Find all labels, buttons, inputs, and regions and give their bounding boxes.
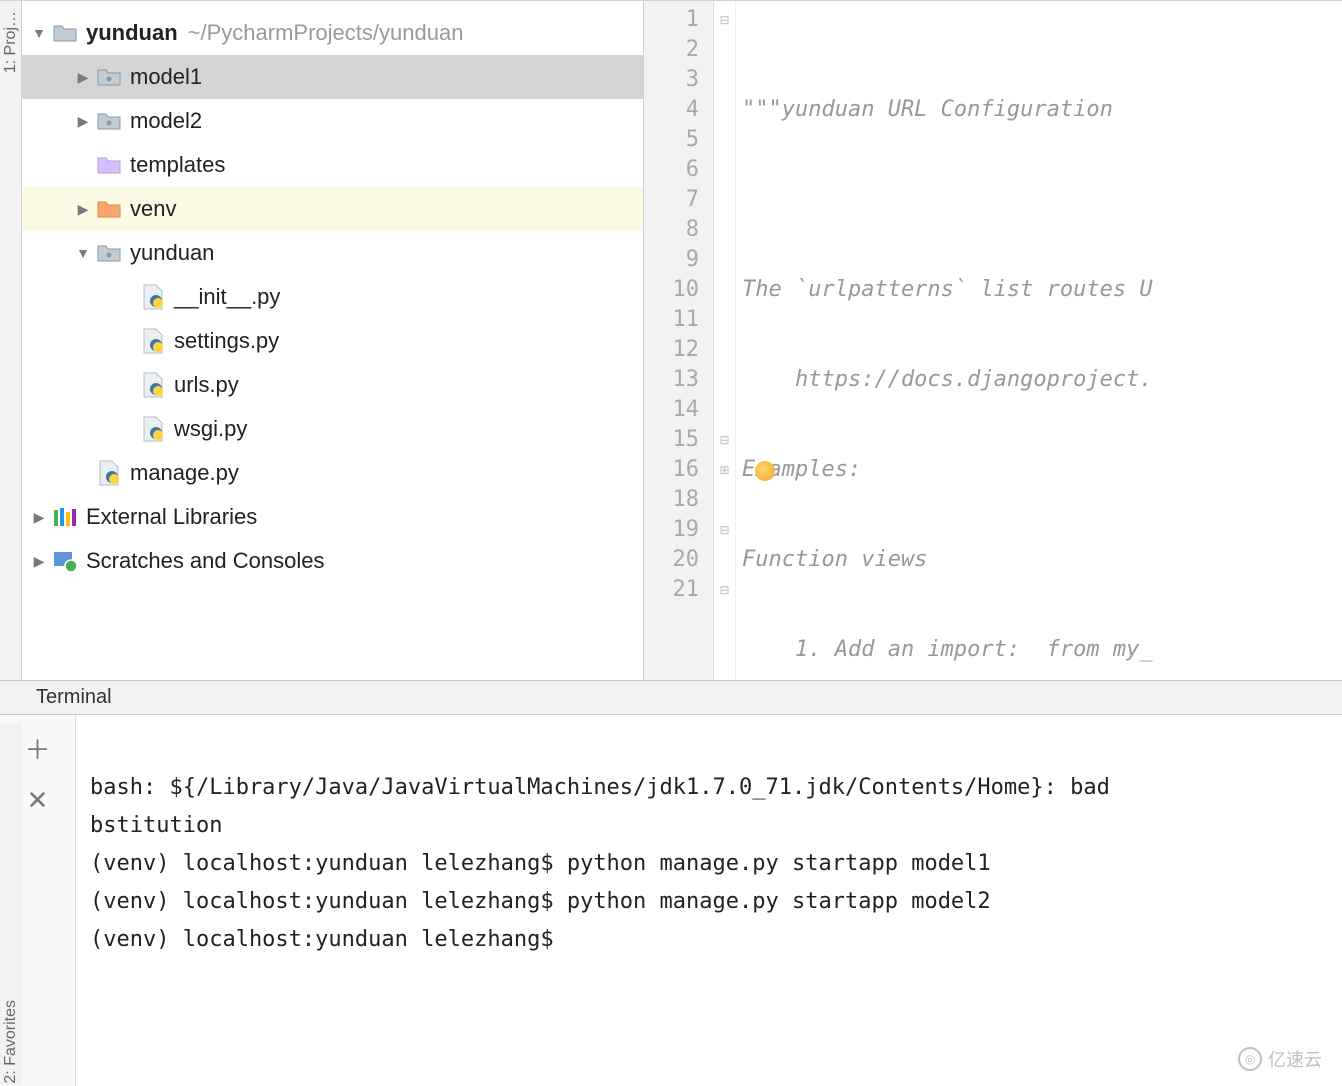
project-folder-icon bbox=[52, 20, 78, 46]
watermark-icon: ◎ bbox=[1238, 1047, 1262, 1071]
package-folder-icon bbox=[96, 240, 122, 266]
watermark: ◎ 亿速云 bbox=[1238, 1046, 1322, 1072]
tree-item-yunduan[interactable]: ▼ yunduan bbox=[22, 231, 643, 275]
chevron-right-icon[interactable]: ▶ bbox=[30, 552, 48, 570]
chevron-down-icon[interactable]: ▼ bbox=[74, 244, 92, 262]
tree-item-wsgi-py[interactable]: wsgi.py bbox=[22, 407, 643, 451]
terminal-panel: Terminal ＋ ✕ bash: ${/Library/Java/JavaV… bbox=[0, 680, 1342, 1086]
code-content[interactable]: """yunduan URL Configuration The `urlpat… bbox=[736, 1, 1342, 680]
tree-item-model1[interactable]: ▶ model1 bbox=[22, 55, 643, 99]
tree-item-templates[interactable]: templates bbox=[22, 143, 643, 187]
close-session-button[interactable]: ✕ bbox=[23, 785, 53, 815]
external-libraries-icon bbox=[52, 504, 78, 530]
fold-minus-icon[interactable]: ⊟ bbox=[714, 515, 735, 545]
tree-item-manage-py[interactable]: manage.py bbox=[22, 451, 643, 495]
tree-item-venv[interactable]: ▶ venv bbox=[22, 187, 643, 231]
terminal-line: bash: ${/Library/Java/JavaVirtualMachine… bbox=[90, 775, 1123, 800]
tree-label: model1 bbox=[130, 64, 202, 90]
project-tree[interactable]: ▼ yunduan ~/PycharmProjects/yunduan ▶ mo… bbox=[22, 1, 644, 680]
python-file-icon bbox=[140, 372, 166, 398]
tree-label: templates bbox=[130, 152, 225, 178]
python-file-icon bbox=[96, 460, 122, 486]
fold-end-icon[interactable]: ⊟ bbox=[714, 425, 735, 455]
tree-item-init-py[interactable]: __init__.py bbox=[22, 275, 643, 319]
tree-item-external-libraries[interactable]: ▶ External Libraries bbox=[22, 495, 643, 539]
venv-folder-icon bbox=[96, 196, 122, 222]
tree-label: model2 bbox=[130, 108, 202, 134]
project-path: ~/PycharmProjects/yunduan bbox=[188, 20, 464, 46]
tree-label: manage.py bbox=[130, 460, 239, 486]
tree-label: yunduan bbox=[130, 240, 214, 266]
favorites-rail[interactable]: 2: Favorites bbox=[0, 724, 22, 1084]
package-folder-icon bbox=[96, 108, 122, 134]
terminal-line: bstitution bbox=[90, 813, 222, 838]
terminal-output[interactable]: bash: ${/Library/Java/JavaVirtualMachine… bbox=[76, 715, 1342, 1086]
chevron-right-icon[interactable]: ▶ bbox=[74, 68, 92, 86]
python-file-icon bbox=[140, 416, 166, 442]
tree-label: settings.py bbox=[174, 328, 279, 354]
tree-item-urls-py[interactable]: urls.py bbox=[22, 363, 643, 407]
intention-bulb-icon[interactable] bbox=[755, 461, 775, 481]
fold-plus-icon[interactable]: ⊞ bbox=[714, 455, 735, 485]
tree-label: __init__.py bbox=[174, 284, 280, 310]
templates-folder-icon bbox=[96, 152, 122, 178]
project-name: yunduan bbox=[86, 20, 178, 46]
terminal-title: Terminal bbox=[36, 686, 112, 709]
tree-label: External Libraries bbox=[86, 504, 257, 530]
tree-item-settings-py[interactable]: settings.py bbox=[22, 319, 643, 363]
fold-column[interactable]: ⊟ ⊟ ⊞ ⊟ ⊟ bbox=[714, 1, 736, 680]
terminal-line: (venv) localhost:yunduan lelezhang$ pyth… bbox=[90, 889, 991, 914]
tree-label: urls.py bbox=[174, 372, 239, 398]
scratches-icon bbox=[52, 548, 78, 574]
new-session-button[interactable]: ＋ bbox=[23, 733, 53, 763]
code-editor[interactable]: 1 2 3 4 5 6 7 8 9 10 11 12 13 14 15 16 1… bbox=[644, 1, 1342, 680]
tree-root[interactable]: ▼ yunduan ~/PycharmProjects/yunduan bbox=[22, 11, 643, 55]
favorites-rail-label: 2: Favorites bbox=[2, 994, 20, 1084]
tree-item-scratches[interactable]: ▶ Scratches and Consoles bbox=[22, 539, 643, 583]
chevron-right-icon[interactable]: ▶ bbox=[30, 508, 48, 526]
terminal-line: (venv) localhost:yunduan lelezhang$ pyth… bbox=[90, 851, 991, 876]
fold-end-icon[interactable]: ⊟ bbox=[714, 575, 735, 605]
project-rail-label: 1: Proj… bbox=[2, 11, 20, 73]
tree-item-model2[interactable]: ▶ model2 bbox=[22, 99, 643, 143]
chevron-right-icon[interactable]: ▶ bbox=[74, 112, 92, 130]
package-folder-icon bbox=[96, 64, 122, 90]
fold-minus-icon[interactable]: ⊟ bbox=[714, 5, 735, 35]
tree-label: Scratches and Consoles bbox=[86, 548, 324, 574]
left-tool-rail[interactable]: 1: Proj… bbox=[0, 1, 22, 680]
python-file-icon bbox=[140, 284, 166, 310]
tree-label: wsgi.py bbox=[174, 416, 247, 442]
terminal-tab[interactable]: Terminal bbox=[0, 681, 1342, 715]
terminal-line: (venv) localhost:yunduan lelezhang$ bbox=[90, 927, 567, 952]
chevron-right-icon[interactable]: ▶ bbox=[74, 200, 92, 218]
chevron-down-icon[interactable]: ▼ bbox=[30, 24, 48, 42]
line-gutter: 1 2 3 4 5 6 7 8 9 10 11 12 13 14 15 16 1… bbox=[644, 1, 714, 680]
tree-label: venv bbox=[130, 196, 176, 222]
python-file-icon bbox=[140, 328, 166, 354]
